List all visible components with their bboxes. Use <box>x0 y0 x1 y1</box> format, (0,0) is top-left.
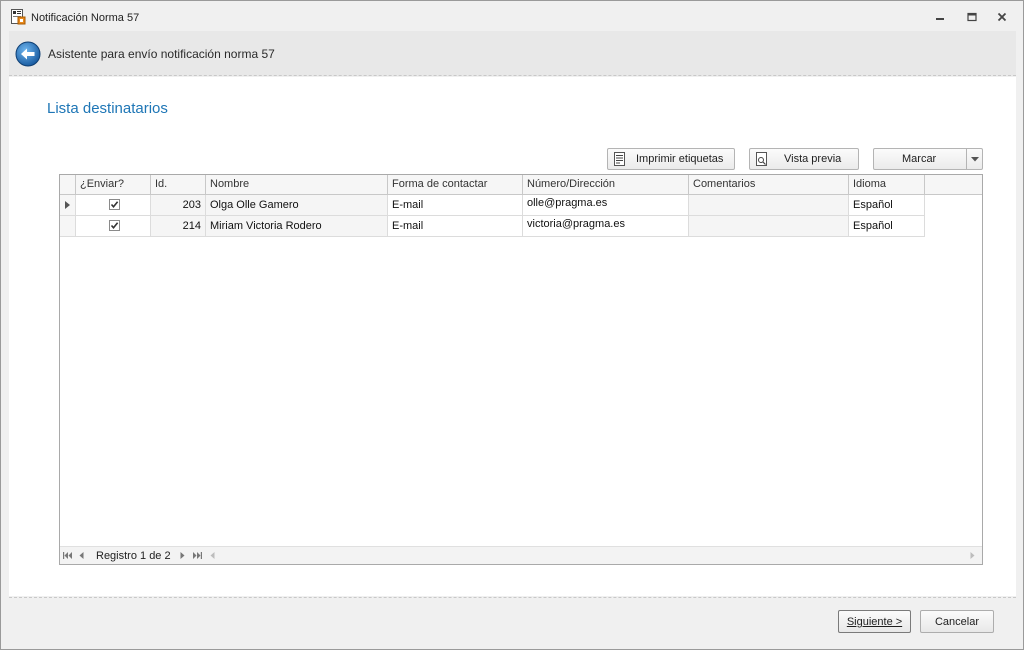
recipients-grid: ¿Enviar? Id. Nombre Forma de contactar N… <box>59 174 983 565</box>
row-pointer-icon <box>65 201 70 209</box>
nombre-cell[interactable]: Olga Olle Gamero <box>206 195 388 216</box>
nombre-cell[interactable]: Miriam Victoria Rodero <box>206 216 388 237</box>
mark-label: Marcar <box>902 153 937 165</box>
restore-button[interactable] <box>961 8 983 26</box>
print-labels-label: Imprimir etiquetas <box>636 153 724 165</box>
prev-record-icon[interactable] <box>79 552 84 559</box>
split-divider <box>966 148 967 170</box>
preview-label: Vista previa <box>784 153 842 165</box>
preview-icon <box>756 152 767 166</box>
forma-cell[interactable]: E-mail <box>388 216 523 237</box>
column-header-enviar[interactable]: ¿Enviar? <box>76 175 151 195</box>
minimize-button[interactable] <box>929 8 951 26</box>
first-record-icon[interactable] <box>63 552 72 559</box>
main-window: Notificación Norma 57 Asistente para env… <box>0 0 1024 650</box>
comentarios-cell[interactable] <box>689 216 849 237</box>
section-title: Lista destinatarios <box>47 100 168 117</box>
row-indicator <box>60 195 76 216</box>
forma-cell[interactable]: E-mail <box>388 195 523 216</box>
id-cell[interactable]: 203 <box>151 195 206 216</box>
title-bar: Notificación Norma 57 <box>1 1 1023 31</box>
print-labels-icon <box>614 152 625 166</box>
back-arrow-icon[interactable] <box>15 41 41 67</box>
last-record-icon[interactable] <box>193 552 202 559</box>
cancel-button[interactable]: Cancelar <box>920 610 994 633</box>
content-panel: Lista destinatarios Imprimir etiquetas V… <box>9 77 1016 596</box>
column-header-direccion[interactable]: Número/Dirección <box>523 175 689 195</box>
minimize-icon <box>936 18 944 20</box>
record-counter: Registro 1 de 2 <box>96 550 171 562</box>
window-title: Notificación Norma 57 <box>31 12 140 24</box>
print-labels-button[interactable]: Imprimir etiquetas <box>607 148 735 170</box>
next-record-icon[interactable] <box>180 552 185 559</box>
scroll-right-icon[interactable] <box>970 552 975 559</box>
next-label: Siguiente > <box>846 616 903 628</box>
send-checkbox-cell <box>76 195 151 216</box>
column-header-forma[interactable]: Forma de contactar <box>388 175 523 195</box>
app-document-icon <box>11 9 26 25</box>
id-cell[interactable]: 214 <box>151 216 206 237</box>
column-header-idioma[interactable]: Idioma <box>849 175 925 195</box>
table-row[interactable]: 214 Miriam Victoria Rodero E-mail victor… <box>60 216 925 237</box>
direccion-cell[interactable]: victoria@pragma.es <box>523 216 689 237</box>
next-button[interactable]: Siguiente > <box>838 610 911 633</box>
idioma-cell[interactable]: Español <box>849 195 925 216</box>
checkmark-icon <box>110 201 119 209</box>
column-header-nombre[interactable]: Nombre <box>206 175 388 195</box>
grid-navigator: Registro 1 de 2 <box>60 546 982 564</box>
comentarios-cell[interactable] <box>689 195 849 216</box>
mark-split-button[interactable]: Marcar <box>873 148 983 170</box>
row-indicator-header <box>60 175 76 195</box>
checkmark-icon <box>110 222 119 230</box>
horizontal-scrollbar[interactable] <box>220 551 965 560</box>
send-checkbox[interactable] <box>109 220 120 231</box>
wizard-title: Asistente para envío notificación norma … <box>48 47 275 61</box>
send-checkbox-cell <box>76 216 151 237</box>
send-checkbox[interactable] <box>109 199 120 210</box>
table-row[interactable]: 203 Olga Olle Gamero E-mail olle@pragma.… <box>60 195 925 216</box>
restore-icon <box>967 12 977 22</box>
cancel-label: Cancelar <box>934 616 980 628</box>
close-icon <box>997 12 1007 22</box>
scroll-left-icon[interactable] <box>210 552 215 559</box>
column-header-id[interactable]: Id. <box>151 175 206 195</box>
column-header-comentarios[interactable]: Comentarios <box>689 175 849 195</box>
chevron-down-icon[interactable] <box>971 157 979 162</box>
dialog-footer: Siguiente > Cancelar <box>9 597 1016 643</box>
preview-button[interactable]: Vista previa <box>749 148 859 170</box>
row-indicator <box>60 216 76 237</box>
idioma-cell[interactable]: Español <box>849 216 925 237</box>
close-button[interactable] <box>991 8 1013 26</box>
wizard-header: Asistente para envío notificación norma … <box>9 31 1016 76</box>
grid-header: ¿Enviar? Id. Nombre Forma de contactar N… <box>60 175 982 195</box>
direccion-cell[interactable]: olle@pragma.es <box>523 195 689 216</box>
